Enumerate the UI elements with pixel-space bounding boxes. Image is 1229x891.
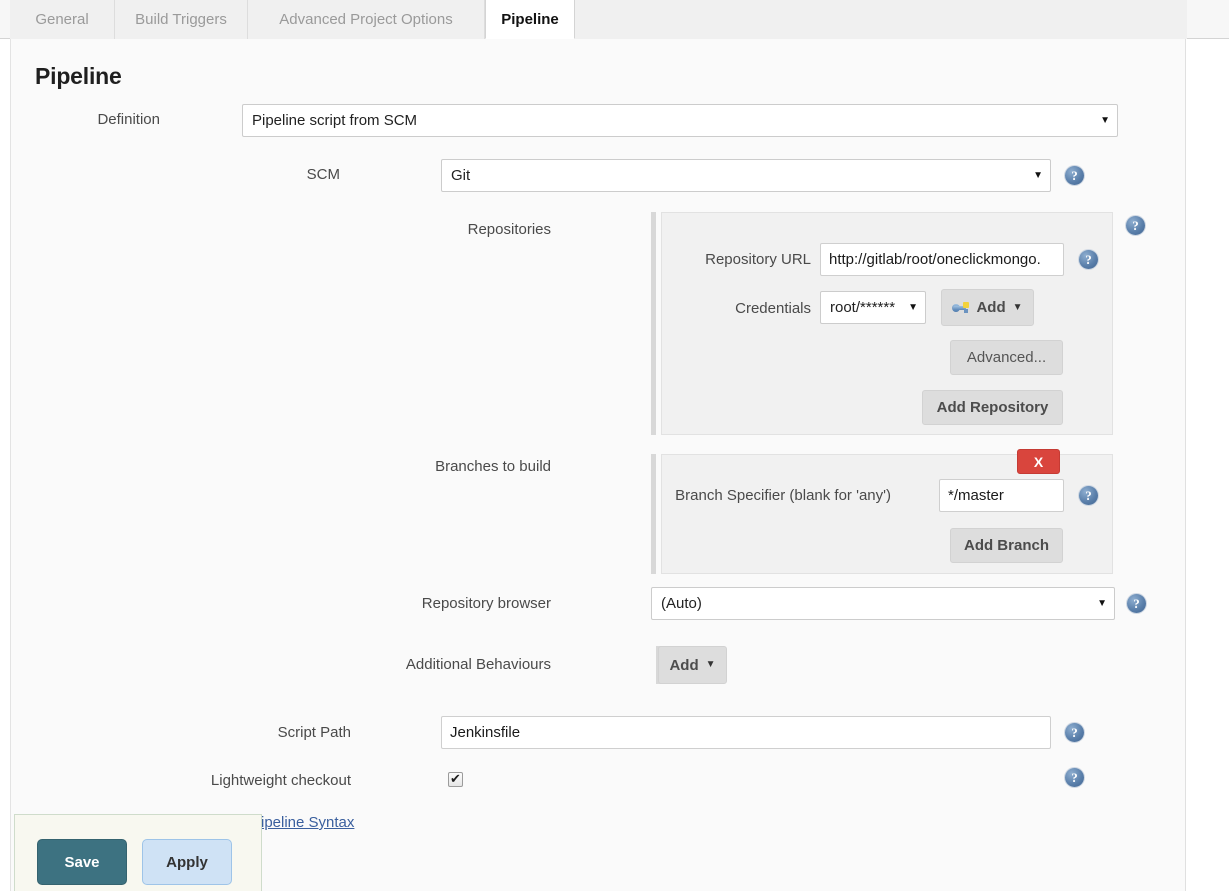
definition-select-value: Pipeline script from SCM [252, 112, 418, 129]
checkmark-icon: ✔ [450, 771, 461, 786]
definition-label: Definition [97, 111, 160, 128]
add-branch-button[interactable]: Add Branch [950, 528, 1063, 563]
branches-to-build-label: Branches to build [435, 458, 551, 475]
repositories-label: Repositories [467, 221, 551, 238]
key-icon [952, 301, 970, 314]
script-path-input[interactable]: Jenkinsfile [441, 716, 1051, 749]
tab-advanced-project-options-label: Advanced Project Options [279, 11, 453, 28]
tab-general-label: General [35, 11, 89, 28]
chevron-down-icon: ▼ [1012, 301, 1023, 313]
repository-browser-label: Repository browser [421, 595, 551, 612]
pipeline-config-content: Pipeline Definition Pipeline script from… [10, 39, 1186, 891]
script-path-help-icon[interactable]: ? [1065, 723, 1084, 742]
apply-button[interactable]: Apply [142, 839, 232, 885]
definition-select[interactable]: Pipeline script from SCM ▼ [242, 104, 1118, 137]
branch-specifier-help-icon[interactable]: ? [1079, 486, 1098, 505]
repository-browser-help-icon[interactable]: ? [1127, 594, 1146, 613]
chevron-down-icon: ▼ [908, 301, 918, 313]
credentials-select-value: root/****** [830, 299, 896, 316]
add-branch-label: Add Branch [963, 537, 1049, 554]
jenkins-pipeline-config-page: General Build Triggers Advanced Project … [0, 0, 1229, 891]
branch-specifier-label: Branch Specifier (blank for 'any') [675, 487, 891, 504]
pipeline-syntax-link[interactable]: Pipeline Syntax [251, 814, 354, 831]
tab-pipeline-label: Pipeline [501, 10, 559, 28]
form-footer-bar: Save Apply [14, 814, 262, 891]
add-behaviour-button[interactable]: Add ▼ [658, 646, 727, 684]
script-path-value: Jenkinsfile [450, 724, 521, 741]
tab-bar-filler [575, 0, 1187, 39]
advanced-label: Advanced... [966, 349, 1047, 366]
add-behaviour-label: Add [669, 656, 699, 674]
repository-browser-select[interactable]: (Auto) ▼ [651, 587, 1115, 620]
tab-general[interactable]: General [10, 0, 115, 39]
chevron-down-icon: ▼ [1033, 169, 1043, 181]
apply-button-label: Apply [166, 853, 208, 871]
scm-select-value: Git [451, 167, 471, 184]
config-tab-bar: General Build Triggers Advanced Project … [0, 0, 1229, 39]
add-credentials-label: Add [976, 299, 1006, 316]
branch-specifier-input[interactable]: */master [939, 479, 1064, 512]
save-button-label: Save [64, 853, 100, 871]
repository-browser-value: (Auto) [661, 595, 702, 612]
repository-url-label: Repository URL [705, 251, 811, 268]
tab-build-triggers[interactable]: Build Triggers [115, 0, 248, 39]
repository-url-value: http://gitlab/root/oneclickmongo. [829, 251, 1041, 268]
repository-url-help-icon[interactable]: ? [1079, 250, 1098, 269]
page-title: Pipeline [35, 63, 122, 90]
add-repository-label: Add Repository [936, 399, 1049, 416]
advanced-button[interactable]: Advanced... [950, 340, 1063, 375]
credentials-label: Credentials [735, 300, 811, 317]
tab-advanced-project-options[interactable]: Advanced Project Options [248, 0, 485, 39]
chevron-down-icon: ▼ [1100, 114, 1110, 126]
chevron-down-icon: ▼ [1097, 597, 1107, 609]
branches-drag-handle[interactable] [651, 454, 656, 574]
chevron-down-icon: ▼ [705, 659, 716, 670]
additional-behaviours-label: Additional Behaviours [405, 656, 551, 673]
lightweight-checkout-checkbox[interactable]: ✔ [448, 772, 463, 787]
add-repository-button[interactable]: Add Repository [922, 390, 1063, 425]
delete-branch-button[interactable]: X [1017, 449, 1060, 474]
script-path-label: Script Path [277, 724, 351, 741]
add-credentials-button[interactable]: Add ▼ [941, 289, 1034, 326]
lightweight-checkout-help-icon[interactable]: ? [1065, 768, 1084, 787]
save-button[interactable]: Save [37, 839, 127, 885]
scm-help-icon[interactable]: ? [1065, 166, 1084, 185]
scm-select[interactable]: Git ▼ [441, 159, 1051, 192]
credentials-select[interactable]: root/****** ▼ [820, 291, 926, 324]
tab-build-triggers-label: Build Triggers [135, 11, 227, 28]
tab-pipeline[interactable]: Pipeline [485, 0, 575, 39]
lightweight-checkout-label: Lightweight checkout [210, 772, 351, 789]
repositories-drag-handle[interactable] [651, 212, 656, 435]
repositories-help-icon[interactable]: ? [1126, 216, 1145, 235]
branch-specifier-value: */master [948, 487, 1004, 504]
repository-url-input[interactable]: http://gitlab/root/oneclickmongo. [820, 243, 1064, 276]
scm-label: SCM [306, 166, 340, 183]
